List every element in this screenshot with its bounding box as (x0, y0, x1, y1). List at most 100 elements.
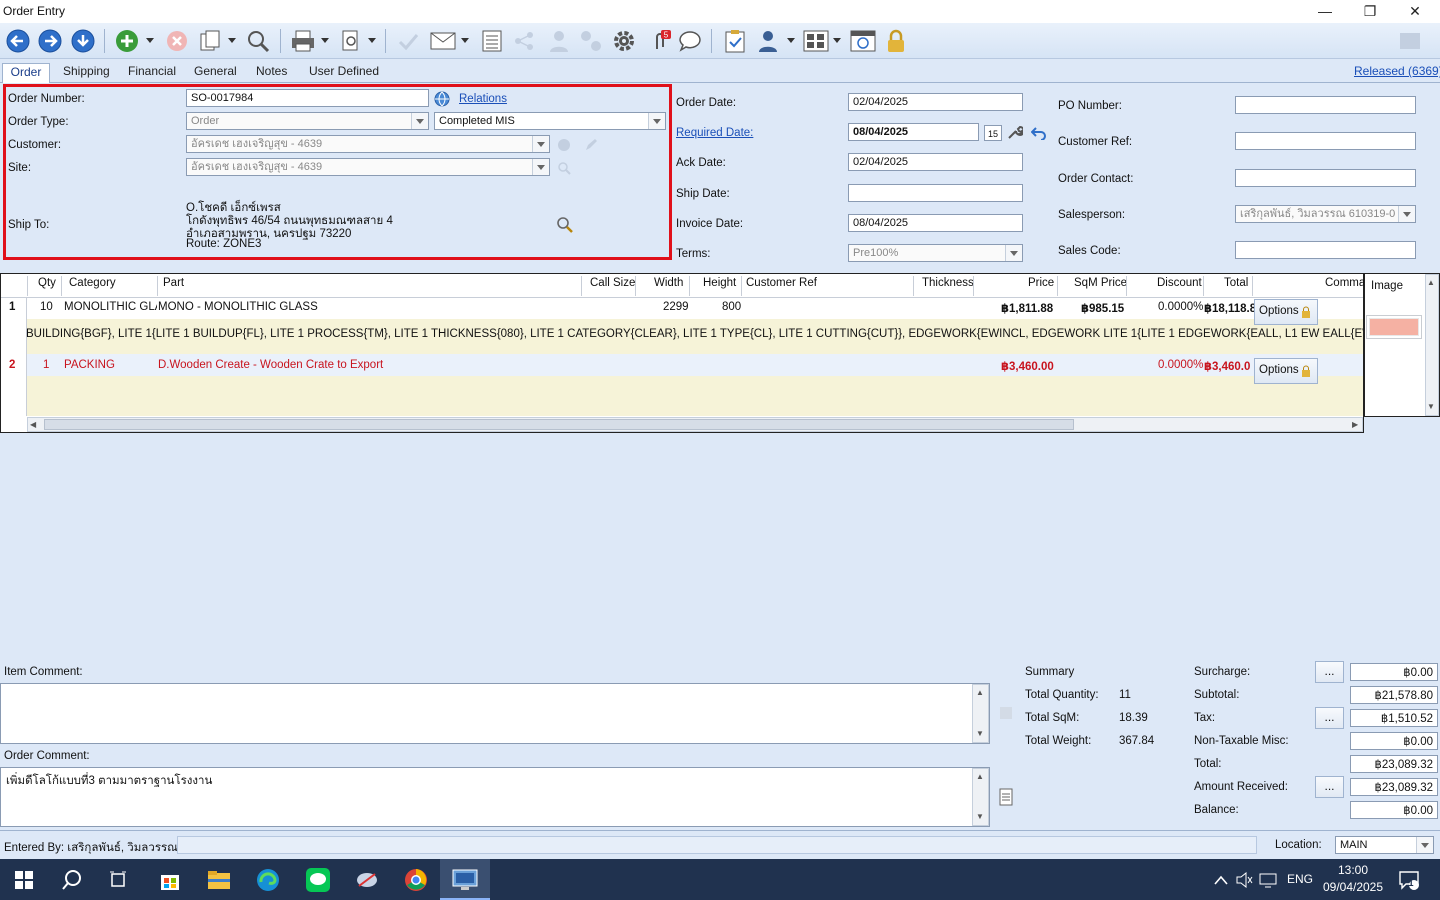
order-date-field[interactable]: 02/04/2025 (848, 93, 1023, 111)
list-icon[interactable] (478, 27, 506, 55)
task-view-icon[interactable] (104, 865, 134, 895)
lock-icon[interactable] (882, 27, 910, 55)
table-row[interactable]: 1 10 MONOLITHIC GLAS MONO - MONOLITHIC G… (1, 298, 1363, 354)
chrome-icon[interactable] (401, 865, 431, 895)
col-call-size[interactable]: Call Size (590, 277, 635, 289)
salesperson-select[interactable]: เสริกุลพันธ์, วิมลวรรณ 610319-0 (1235, 205, 1416, 223)
relations-link[interactable]: Relations (459, 93, 507, 105)
order-entry-app-icon[interactable] (450, 865, 480, 895)
add-dropdown-icon[interactable] (145, 27, 155, 55)
clock-date[interactable]: 09/04/2025 (1318, 880, 1388, 894)
site-select[interactable]: อัครเดช เฮงเจริญสุข - 4639 (186, 158, 550, 176)
sales-code-field[interactable] (1235, 241, 1416, 259)
col-discount[interactable]: Discount (1157, 277, 1202, 289)
ack-date-field[interactable]: 02/04/2025 (848, 153, 1023, 171)
print-icon[interactable] (288, 27, 318, 55)
search-icon[interactable] (57, 865, 87, 895)
preview-icon[interactable] (337, 27, 365, 55)
customer-select[interactable]: อัครเดช เฮงเจริญสุข - 4639 (186, 135, 550, 153)
col-width[interactable]: Width (654, 277, 683, 289)
col-price[interactable]: Price (1028, 277, 1054, 289)
amount-received-details-button[interactable]: ... (1315, 776, 1344, 798)
contact-dropdown-icon[interactable] (786, 27, 796, 55)
required-date-label[interactable]: Required Date: (676, 127, 753, 139)
col-part[interactable]: Part (163, 277, 184, 289)
preview-dropdown-icon[interactable] (367, 27, 377, 55)
col-height[interactable]: Height (703, 277, 736, 289)
minimize-button[interactable]: — (1302, 0, 1348, 23)
forward-icon[interactable] (36, 27, 64, 55)
order-comment-edit-icon[interactable] (998, 788, 1014, 809)
customer-ref-field[interactable] (1235, 132, 1416, 150)
attachment-icon[interactable]: 5 (646, 27, 674, 55)
wrench-icon[interactable] (1007, 124, 1025, 143)
scroll-left-icon[interactable]: ◀ (30, 420, 36, 429)
item-comment-textarea[interactable]: ▲ ▼ (0, 683, 990, 744)
close-button[interactable]: ✕ (1392, 0, 1438, 23)
scroll-up-icon[interactable]: ▲ (1427, 278, 1435, 287)
calculator-dropdown-icon[interactable] (832, 27, 842, 55)
col-category[interactable]: Category (69, 277, 116, 289)
print-dropdown-icon[interactable] (320, 27, 330, 55)
clipboard-icon[interactable] (721, 27, 749, 55)
scroll-right-icon[interactable]: ▶ (1352, 420, 1358, 429)
tab-user-defined[interactable]: User Defined (303, 63, 385, 83)
col-qty[interactable]: Qty (38, 277, 56, 289)
email-dropdown-icon[interactable] (460, 27, 470, 55)
order-status-select[interactable]: Completed MIS (434, 112, 666, 130)
scrollbar-thumb[interactable] (44, 419, 1074, 430)
vertical-scrollbar[interactable]: ▲ ▼ (972, 768, 989, 826)
col-customer-ref[interactable]: Customer Ref (746, 277, 817, 289)
restore-button[interactable]: ❐ (1347, 0, 1393, 23)
vertical-scrollbar[interactable]: ▲ ▼ (972, 684, 989, 743)
options-button[interactable]: Options (1254, 358, 1318, 384)
contact-icon[interactable] (754, 27, 782, 55)
line-icon[interactable] (303, 865, 333, 895)
network-icon[interactable] (1254, 865, 1284, 895)
download-icon[interactable] (69, 27, 97, 55)
surcharge-details-button[interactable]: ... (1315, 661, 1344, 683)
options-button[interactable]: Options (1254, 299, 1318, 325)
email-icon[interactable] (428, 27, 458, 55)
col-sqm-price[interactable]: SqM Price (1074, 277, 1127, 289)
undo-icon[interactable] (1030, 124, 1047, 143)
tax-details-button[interactable]: ... (1315, 707, 1344, 729)
surcharge-field[interactable]: ฿0.00 (1350, 663, 1438, 681)
order-number-field[interactable]: SO-0017984 (186, 89, 429, 107)
scroll-down-icon[interactable]: ▼ (1427, 402, 1435, 411)
location-select[interactable]: MAIN (1335, 836, 1434, 854)
col-total[interactable]: Total (1224, 277, 1248, 289)
comment-icon[interactable] (676, 27, 704, 55)
schedule-icon[interactable] (848, 27, 878, 55)
order-contact-field[interactable] (1235, 169, 1416, 187)
col-thickness[interactable]: Thickness (922, 277, 974, 289)
add-icon[interactable] (113, 27, 141, 55)
app-icon[interactable] (352, 865, 382, 895)
tab-order[interactable]: Order (2, 63, 50, 83)
calendar-icon[interactable]: 15 (984, 125, 1002, 141)
vertical-scrollbar[interactable]: ▲ ▼ (1425, 274, 1439, 416)
tab-general[interactable]: General (188, 63, 243, 83)
po-number-field[interactable] (1235, 96, 1416, 114)
released-status-link[interactable]: Released (6369) (1354, 64, 1440, 78)
ship-to-search-icon[interactable] (556, 216, 573, 236)
non-taxable-misc-field[interactable]: ฿0.00 (1350, 732, 1438, 750)
ship-date-field[interactable] (848, 184, 1023, 202)
calculator-icon[interactable] (801, 27, 831, 55)
gear-icon[interactable] (610, 27, 638, 55)
tab-shipping[interactable]: Shipping (57, 63, 116, 83)
clock-time[interactable]: 13:00 (1322, 863, 1384, 877)
search-icon[interactable] (244, 27, 272, 55)
globe-icon[interactable] (434, 91, 450, 110)
horizontal-scrollbar[interactable]: ◀ ▶ (27, 417, 1363, 432)
table-row[interactable]: 2 1 PACKING D.Wooden Create - Wooden Cra… (1, 354, 1363, 416)
edge-icon[interactable] (253, 865, 283, 895)
store-icon[interactable] (155, 865, 185, 895)
windows-start-icon[interactable] (9, 865, 39, 895)
glass-thumbnail[interactable] (1369, 318, 1419, 336)
copy-dropdown-icon[interactable] (227, 27, 237, 55)
order-comment-textarea[interactable]: เพิ่มดีโลโก้แบบที่3 ตามมาตราฐานโรงงาน ▲ … (0, 767, 990, 827)
required-date-field[interactable]: 08/04/2025 (848, 123, 979, 141)
order-type-select[interactable]: Order (186, 112, 429, 130)
invoice-date-field[interactable]: 08/04/2025 (848, 214, 1023, 232)
